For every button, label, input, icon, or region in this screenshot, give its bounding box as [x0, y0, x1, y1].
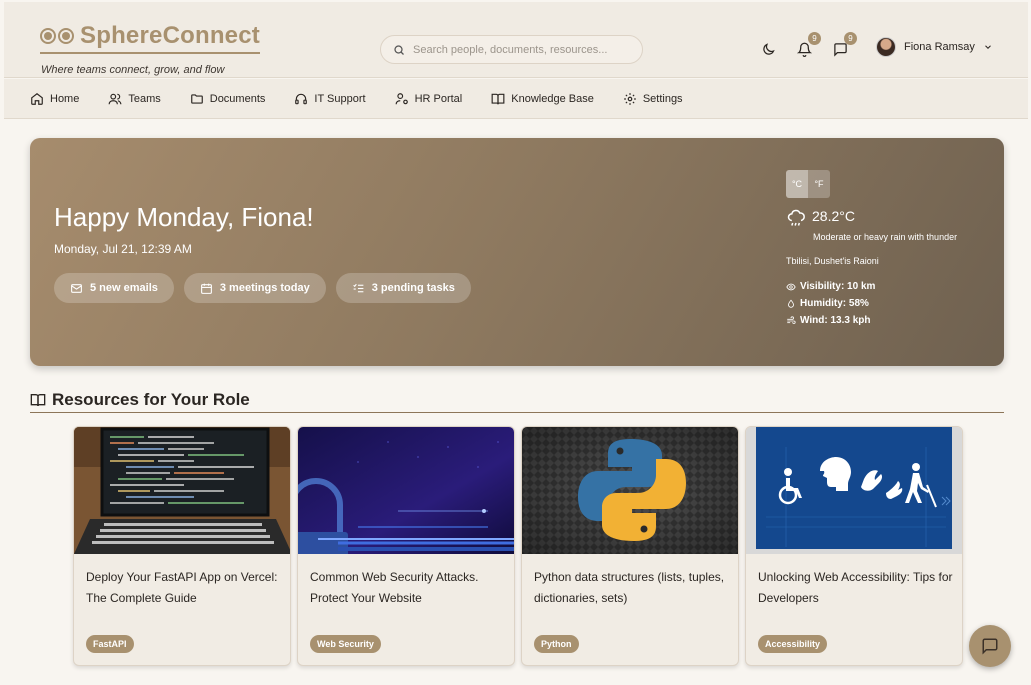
search-bar[interactable] — [380, 35, 643, 64]
calendar-icon — [200, 283, 212, 294]
wind-value: Wind: 13.3 kph — [800, 315, 871, 326]
temperature-value: 28.2°C — [812, 208, 855, 224]
moon-icon — [762, 42, 775, 55]
resource-card[interactable]: Deploy Your FastAPI App on Vercel: The C… — [73, 426, 291, 666]
card-title: Unlocking Web Accessibility: Tips for De… — [758, 570, 953, 605]
temperature-unit-toggle[interactable]: °C °F — [786, 170, 830, 198]
new-emails-pill[interactable]: 5 new emails — [54, 273, 174, 303]
user-name: Fiona Ramsay — [904, 41, 975, 53]
book-icon — [491, 93, 505, 104]
card-thumbnail — [74, 427, 290, 554]
search-input[interactable] — [413, 43, 633, 56]
humidity-value: Humidity: 58% — [800, 298, 869, 309]
visibility-row: Visibility: 10 km — [786, 281, 986, 292]
nav-label: HR Portal — [414, 92, 463, 105]
search-icon — [394, 44, 404, 55]
greeting-heading: Happy Monday, Fiona! — [54, 202, 314, 232]
chat-fab-button[interactable] — [969, 625, 1011, 667]
pill-label: 5 new emails — [90, 282, 158, 294]
nav-item-hr-portal[interactable]: HR Portal — [395, 92, 463, 106]
mail-icon — [71, 283, 82, 293]
user-menu[interactable]: Fiona Ramsay — [876, 37, 993, 57]
card-tag[interactable]: FastAPI — [86, 635, 134, 653]
top-header: SphereConnect Where teams connect, grow,… — [4, 2, 1028, 78]
nav-item-knowledge-base[interactable]: Knowledge Base — [491, 92, 594, 106]
eye-icon — [786, 283, 796, 290]
humidity-row: Humidity: 58% — [786, 298, 986, 309]
nav-item-documents[interactable]: Documents — [190, 92, 266, 106]
notifications-button[interactable]: 9 — [793, 32, 821, 60]
visibility-value: Visibility: 10 km — [800, 281, 876, 292]
current-datetime: Monday, Jul 21, 12:39 AM — [54, 242, 192, 256]
card-thumbnail — [298, 427, 514, 554]
nav-label: Settings — [642, 92, 683, 105]
home-icon — [31, 92, 43, 105]
chat-icon — [982, 638, 998, 655]
card-thumbnail — [522, 427, 738, 554]
nav-item-teams[interactable]: Teams — [108, 92, 161, 106]
card-thumbnail — [746, 427, 962, 554]
card-tag[interactable]: Web Security — [310, 635, 381, 653]
card-title: Deploy Your FastAPI App on Vercel: The C… — [86, 570, 278, 605]
gear-icon — [623, 92, 636, 105]
resource-card[interactable]: Unlocking Web Accessibility: Tips for De… — [745, 426, 963, 666]
droplet-icon — [788, 299, 794, 308]
nav-label: Teams — [128, 92, 161, 105]
resource-card[interactable]: Common Web Security Attacks. Protect You… — [297, 426, 515, 666]
card-title: Common Web Security Attacks. Protect You… — [310, 570, 479, 605]
wind-icon — [787, 315, 796, 324]
logo-icon — [40, 28, 74, 44]
resource-card[interactable]: Python data structures (lists, tuples, d… — [521, 426, 739, 666]
celsius-button[interactable]: °C — [786, 170, 808, 198]
nav-label: IT Support — [314, 92, 366, 105]
resource-cards: Deploy Your FastAPI App on Vercel: The C… — [73, 426, 963, 666]
nav-label: Home — [50, 92, 80, 105]
bell-icon — [796, 42, 812, 57]
chat-bubble-icon — [833, 42, 847, 57]
pending-tasks-pill[interactable]: 3 pending tasks — [335, 273, 471, 303]
nav-item-settings[interactable]: Settings — [623, 92, 683, 106]
user-cog-icon — [395, 92, 408, 104]
chevron-down-icon — [985, 45, 991, 49]
folder-icon — [190, 93, 203, 104]
app-tagline: Where teams connect, grow, and flow — [41, 64, 225, 76]
card-tag[interactable]: Python — [534, 635, 579, 653]
nav-item-home[interactable]: Home — [30, 92, 79, 106]
weather-location: Tbilisi, Dushet'is Raioni — [786, 256, 879, 266]
weather-condition: Moderate or heavy rain with thunder — [813, 232, 958, 242]
card-tag[interactable]: Accessibility — [758, 635, 828, 653]
book-open-icon — [30, 394, 46, 407]
users-icon — [108, 93, 122, 104]
app-name: SphereConnect — [80, 22, 260, 49]
nav-label: Documents — [209, 92, 266, 105]
resources-heading: Resources for Your Role — [30, 390, 1004, 413]
fahrenheit-button[interactable]: °F — [808, 170, 830, 198]
welcome-banner: Happy Monday, Fiona! Monday, Jul 21, 12:… — [30, 138, 1004, 366]
nav-label: Knowledge Base — [511, 92, 594, 105]
wind-row: Wind: 13.3 kph — [786, 315, 986, 326]
tasks-icon — [352, 283, 364, 292]
section-title-text: Resources for Your Role — [52, 390, 250, 409]
meetings-pill[interactable]: 3 meetings today — [183, 273, 326, 303]
messages-button[interactable]: 9 — [829, 32, 857, 60]
pill-label: 3 pending tasks — [371, 282, 455, 294]
messages-badge: 9 — [844, 32, 857, 45]
notifications-badge: 9 — [808, 32, 821, 45]
main-nav: Home Teams Documents IT Support HR Porta… — [4, 79, 1028, 119]
nav-item-it-support[interactable]: IT Support — [294, 92, 366, 106]
thunder-rain-icon — [787, 209, 805, 226]
avatar — [876, 37, 896, 57]
theme-toggle-button[interactable] — [757, 38, 779, 60]
card-title: Python data structures (lists, tuples, d… — [534, 570, 725, 605]
weather-widget: °C °F 28.2°C Moderate or heavy rain with… — [786, 170, 986, 326]
pill-label: 3 meetings today — [219, 282, 310, 294]
app-logo[interactable]: SphereConnect — [40, 22, 260, 54]
headset-icon — [295, 93, 308, 104]
